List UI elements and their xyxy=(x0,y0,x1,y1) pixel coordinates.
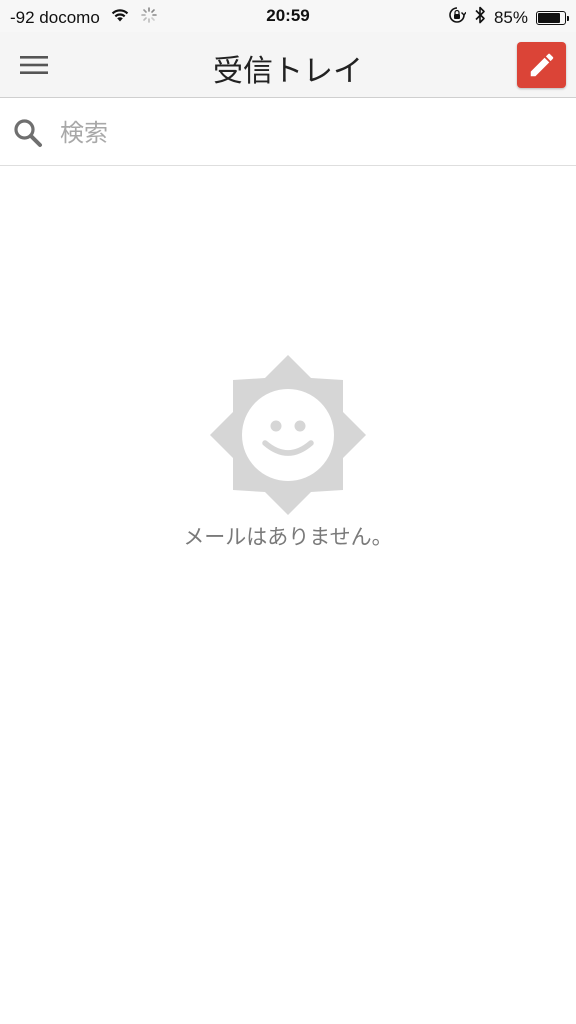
compose-button[interactable] xyxy=(517,42,566,88)
search-bar xyxy=(0,98,576,166)
bluetooth-icon xyxy=(474,5,486,30)
empty-message: メールはありません。 xyxy=(183,525,393,549)
mail-app: -92 docomo 20:59 85% 受信トレイ 検索 メールはありません。 xyxy=(0,0,576,1024)
status-bar: -92 docomo 20:59 85% xyxy=(0,0,576,32)
pencil-icon xyxy=(530,53,553,77)
search-icon xyxy=(14,119,42,147)
app-header: 受信トレイ xyxy=(0,32,576,98)
page-title: 受信トレイ xyxy=(213,54,363,89)
rotation-lock-icon xyxy=(448,6,467,29)
battery-icon xyxy=(536,10,569,25)
battery-percent: 85% xyxy=(493,7,528,27)
battery-level-fill xyxy=(538,12,560,23)
smiling-sun-icon xyxy=(210,355,366,515)
empty-state: メールはありません。 xyxy=(0,355,576,555)
search-input[interactable] xyxy=(58,112,562,154)
status-right: 85% xyxy=(448,5,569,30)
